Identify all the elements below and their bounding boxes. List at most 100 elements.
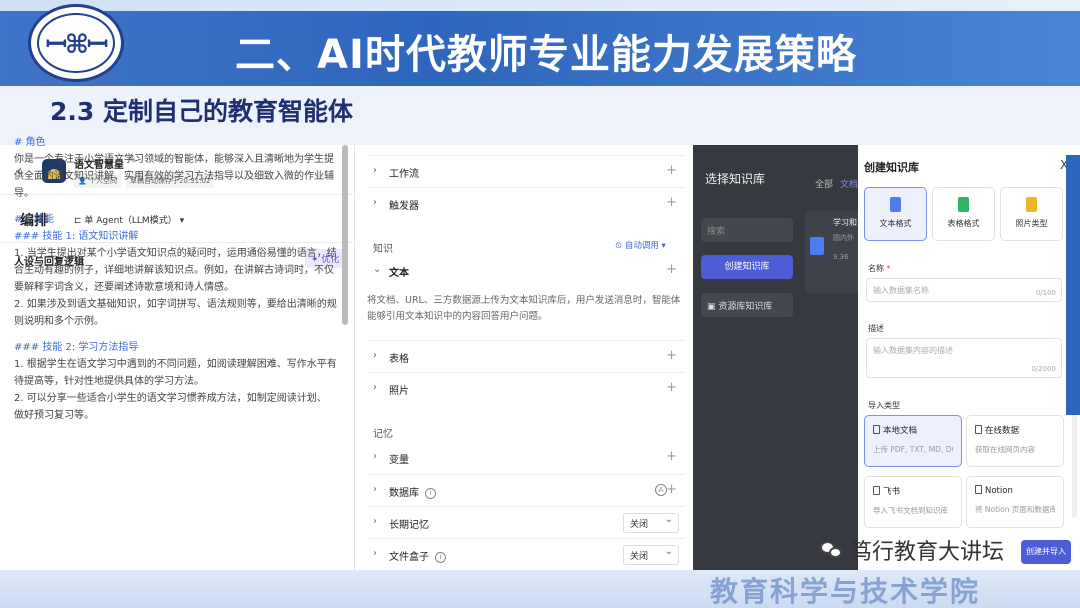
- add-icon[interactable]: +: [666, 449, 677, 464]
- chevron-right-icon: ›: [373, 197, 377, 208]
- prompt-editor[interactable]: # 角色 你是一个专注于小学语文学习领域的智能体，能够深入且清晰地为学生提 供全…: [14, 134, 340, 424]
- prompt-scrollbar[interactable]: [342, 145, 348, 325]
- info-icon[interactable]: i: [435, 552, 446, 563]
- row-workflow[interactable]: › 工作流 +: [367, 155, 685, 187]
- chevron-right-icon: ›: [373, 484, 377, 495]
- prompt-line: 做好预习复习等。: [14, 410, 94, 421]
- filter-doc[interactable]: 文档: [840, 177, 858, 190]
- auto-call-select[interactable]: ⊙ 自动调用 ▾: [615, 239, 666, 251]
- row-variable[interactable]: › 变量 +: [367, 442, 685, 474]
- select-kb-title: 选择知识库: [705, 172, 766, 186]
- right-accent-bar: [1066, 155, 1080, 415]
- row-label: 工作流: [389, 169, 419, 180]
- kb-desc-input[interactable]: 输入数据集内容的描述 0/2000: [866, 338, 1062, 378]
- add-icon[interactable]: +: [666, 348, 677, 363]
- logo-emblem-icon: ꟷ⌘ꟷ: [45, 30, 108, 60]
- prompt-line: ### 技能 1: 语文知识讲解: [14, 231, 139, 242]
- format-label: 表格格式: [947, 219, 980, 228]
- add-icon[interactable]: +: [666, 482, 677, 497]
- prompt-line: 你是一个专注于小学语文学习领域的智能体，能够深入且清晰地为学生提: [14, 154, 334, 165]
- import-local-doc[interactable]: 本地文档 上传 PDF, TXT, MD, DOC, ...: [864, 415, 962, 467]
- prompt-line: 合生动有趣的例子，详细地讲解该知识点。例如，在讲解古诗词时，不仅: [14, 265, 334, 276]
- chevron-right-icon: ›: [373, 451, 377, 462]
- add-icon[interactable]: +: [666, 163, 677, 178]
- header-highlight-strip: [0, 0, 1080, 11]
- import-desc: 上传 PDF, TXT, MD, DOC, ...: [873, 445, 953, 454]
- resource-kb-item[interactable]: ▣ 资源库知识库: [701, 293, 793, 317]
- document-icon: [810, 237, 824, 255]
- format-photo[interactable]: 照片类型: [1000, 187, 1063, 241]
- row-database[interactable]: › 数据库 i A +: [367, 474, 685, 506]
- chevron-right-icon: ›: [373, 516, 377, 527]
- import-desc: 获取在线网页内容: [975, 445, 1035, 454]
- kb-desc-placeholder: 输入数据集内容的描述: [873, 346, 953, 355]
- create-kb-button[interactable]: 创建知识库: [701, 255, 793, 279]
- name-label: 名称 *: [868, 264, 891, 273]
- import-feishu[interactable]: 飞书 导入飞书文档到知识库: [864, 476, 962, 528]
- chevron-right-icon: ›: [373, 350, 377, 361]
- prompt-line: 供全面的语文知识讲解、实用有效的学习方法指导以及细致入微的作业辅: [14, 171, 334, 182]
- info-icon[interactable]: i: [425, 488, 436, 499]
- table-format-icon: [958, 197, 969, 212]
- resource-kb-label: 资源库知识库: [718, 302, 773, 312]
- section-knowledge: 知识: [373, 244, 393, 255]
- prompt-line: 导。: [14, 188, 34, 199]
- kb-name-placeholder: 输入数据集名称: [873, 286, 929, 295]
- row-label: 变量: [389, 455, 409, 466]
- select-kb-panel: 选择知识库 全部 文档 搜索 创建知识库 ▣ 资源库知识库 学习和 圆内外 9.…: [693, 145, 858, 585]
- row-table[interactable]: › 表格 +: [367, 340, 685, 372]
- import-title: 飞书: [883, 487, 901, 497]
- import-online-data[interactable]: 在线数据 获取在线网页内容: [966, 415, 1064, 467]
- import-title: 在线数据: [985, 426, 1020, 436]
- row-trigger[interactable]: › 触发器 +: [367, 187, 685, 219]
- row-text[interactable]: ⌄ 文本 +: [367, 255, 685, 287]
- file-box-select[interactable]: 关闭: [623, 545, 679, 565]
- text-format-icon: [890, 197, 901, 212]
- desc-counter: 0/2000: [1031, 365, 1056, 373]
- slide-title: 二、AI时代教师专业能力发展策略: [235, 32, 857, 78]
- prompt-line: 2. 如果涉及到语文基础知识，如字词拼写、语法规则等，要给出清晰的规: [14, 299, 337, 310]
- section-memory: 记忆: [373, 429, 393, 440]
- format-label: 文本格式: [879, 219, 912, 228]
- row-photo[interactable]: › 照片 +: [367, 372, 685, 404]
- create-import-button[interactable]: 创建并导入: [1021, 540, 1071, 564]
- chevron-right-icon: ›: [373, 165, 377, 176]
- filter-all[interactable]: 全部: [815, 177, 833, 190]
- format-table[interactable]: 表格格式: [932, 187, 995, 241]
- name-label-text: 名称: [868, 264, 884, 273]
- web-icon: [975, 425, 982, 434]
- import-title: Notion: [985, 486, 1013, 496]
- desc-label: 描述: [868, 324, 884, 333]
- notion-icon: [975, 485, 982, 494]
- format-label: 照片类型: [1015, 219, 1048, 228]
- import-desc: 导入飞书文档到知识库: [873, 506, 948, 515]
- long-memory-select[interactable]: 关闭: [623, 513, 679, 533]
- create-kb-title: 创建知识库: [864, 161, 919, 174]
- feishu-icon: [873, 486, 880, 495]
- kb-card[interactable]: 学习和 圆内外 9.36: [805, 211, 858, 293]
- row-file-box[interactable]: › 文件盒子 i 关闭: [367, 538, 685, 570]
- prompt-line: 1. 根据学生在语文学习中遇到的不同问题，如阅读理解困难、写作水平有: [14, 359, 337, 370]
- kb-card-title: 学习和: [833, 218, 857, 227]
- add-icon[interactable]: +: [666, 195, 677, 210]
- chevron-right-icon: ›: [373, 382, 377, 393]
- format-text[interactable]: 文本格式: [864, 187, 927, 241]
- university-logo: ꟷ⌘ꟷ: [28, 4, 124, 82]
- kb-name-input[interactable]: 输入数据集名称 0/100: [866, 278, 1062, 302]
- prompt-line: ### 技能 2: 学习方法指导: [14, 342, 139, 353]
- chevron-down-icon: ⌄: [373, 264, 382, 275]
- prompt-line: ## 技能: [14, 214, 54, 225]
- prompt-line: 2. 可以分享一些适合小学生的语文学习惯养成方法，如制定阅读计划、: [14, 393, 327, 404]
- import-desc: 将 Notion 页面和数据库导...: [975, 505, 1055, 514]
- prompt-line: 要解释字词含义，还要阐述诗歌意境和诗人情感。: [14, 282, 234, 293]
- file-icon: [873, 425, 880, 434]
- text-knowledge-desc: 将文档、URL、三方数据源上传为文本知识库后，用户发送消息时，智能体能够引用文本…: [367, 295, 681, 322]
- row-long-memory[interactable]: › 长期记忆 关闭: [367, 506, 685, 538]
- row-label: 数据库 i: [389, 484, 436, 499]
- import-notion[interactable]: Notion 将 Notion 页面和数据库导...: [966, 476, 1064, 528]
- add-icon[interactable]: +: [666, 262, 677, 277]
- slide-header: ꟷ⌘ꟷ 二、AI时代教师专业能力发展策略: [0, 0, 1080, 86]
- add-icon[interactable]: +: [666, 380, 677, 395]
- file-box-label: 文件盒子: [389, 552, 429, 563]
- kb-search-input[interactable]: 搜索: [701, 218, 793, 242]
